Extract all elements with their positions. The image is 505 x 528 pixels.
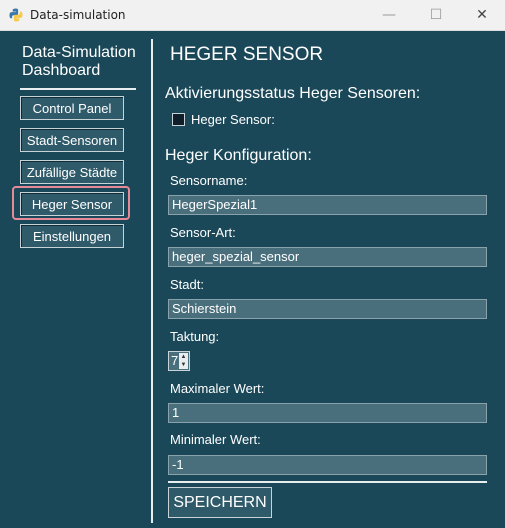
taktung-value: 7	[171, 353, 179, 368]
sensor-art-label: Sensor-Art:	[170, 225, 236, 240]
heger-sensor-checkbox[interactable]	[172, 113, 185, 126]
nav-zufaellige-staedte-button[interactable]: Zufällige Städte	[20, 160, 124, 184]
max-value-input[interactable]: 1	[168, 403, 487, 423]
sensorname-label: Sensorname:	[170, 173, 248, 188]
sidebar-title: Data-Simulation Dashboard	[22, 44, 136, 80]
config-heading: Heger Konfiguration:	[165, 147, 312, 164]
maximize-button[interactable]: ☐	[413, 0, 459, 30]
close-button[interactable]: ✕	[459, 0, 505, 30]
max-value-label: Maximaler Wert:	[170, 381, 265, 396]
nav-control-panel-button[interactable]: Control Panel	[20, 96, 124, 120]
spin-up-icon[interactable]: ▲	[181, 354, 187, 360]
activation-heading: Aktivierungsstatus Heger Sensoren:	[165, 85, 421, 102]
sensor-art-input[interactable]: heger_spezial_sensor	[168, 247, 487, 267]
minimize-icon: —	[382, 7, 396, 23]
taktung-spinbox[interactable]: 7 ▲ ▼	[168, 351, 190, 371]
nav-heger-sensor-button[interactable]: Heger Sensor	[20, 192, 124, 216]
nav-einstellungen-button[interactable]: Einstellungen	[20, 224, 124, 248]
python-logo-icon	[9, 8, 23, 22]
min-value-input[interactable]: -1	[168, 455, 487, 475]
page-title: HEGER SENSOR	[170, 44, 324, 65]
sidebar-divider	[20, 88, 136, 90]
stadt-input[interactable]: Schierstein	[168, 299, 487, 319]
form-divider	[168, 481, 487, 483]
nav-stadt-sensoren-button[interactable]: Stadt-Sensoren	[20, 128, 124, 152]
sidebar-title-line1: Data-Simulation	[22, 44, 136, 61]
maximize-icon: ☐	[429, 7, 443, 23]
min-value-label: Minimaler Wert:	[170, 432, 261, 447]
spin-down-icon[interactable]: ▼	[181, 362, 187, 368]
title-bar: Data-simulation — ☐ ✕	[0, 0, 505, 31]
sensorname-input[interactable]: HegerSpezial1	[168, 195, 487, 215]
window-title: Data-simulation	[30, 8, 126, 22]
save-button[interactable]: SPEICHERN	[168, 487, 272, 518]
minimize-button[interactable]: —	[366, 0, 412, 30]
close-icon: ✕	[476, 7, 488, 23]
sidebar-title-line2: Dashboard	[22, 62, 101, 79]
heger-sensor-checkbox-label: Heger Sensor:	[191, 112, 275, 127]
taktung-stepper[interactable]: ▲ ▼	[179, 353, 188, 369]
stadt-label: Stadt:	[170, 277, 204, 292]
taktung-label: Taktung:	[170, 329, 220, 344]
app-window: Data-Simulation Dashboard Control Panel …	[0, 31, 505, 528]
sidebar-vertical-divider	[151, 39, 153, 523]
